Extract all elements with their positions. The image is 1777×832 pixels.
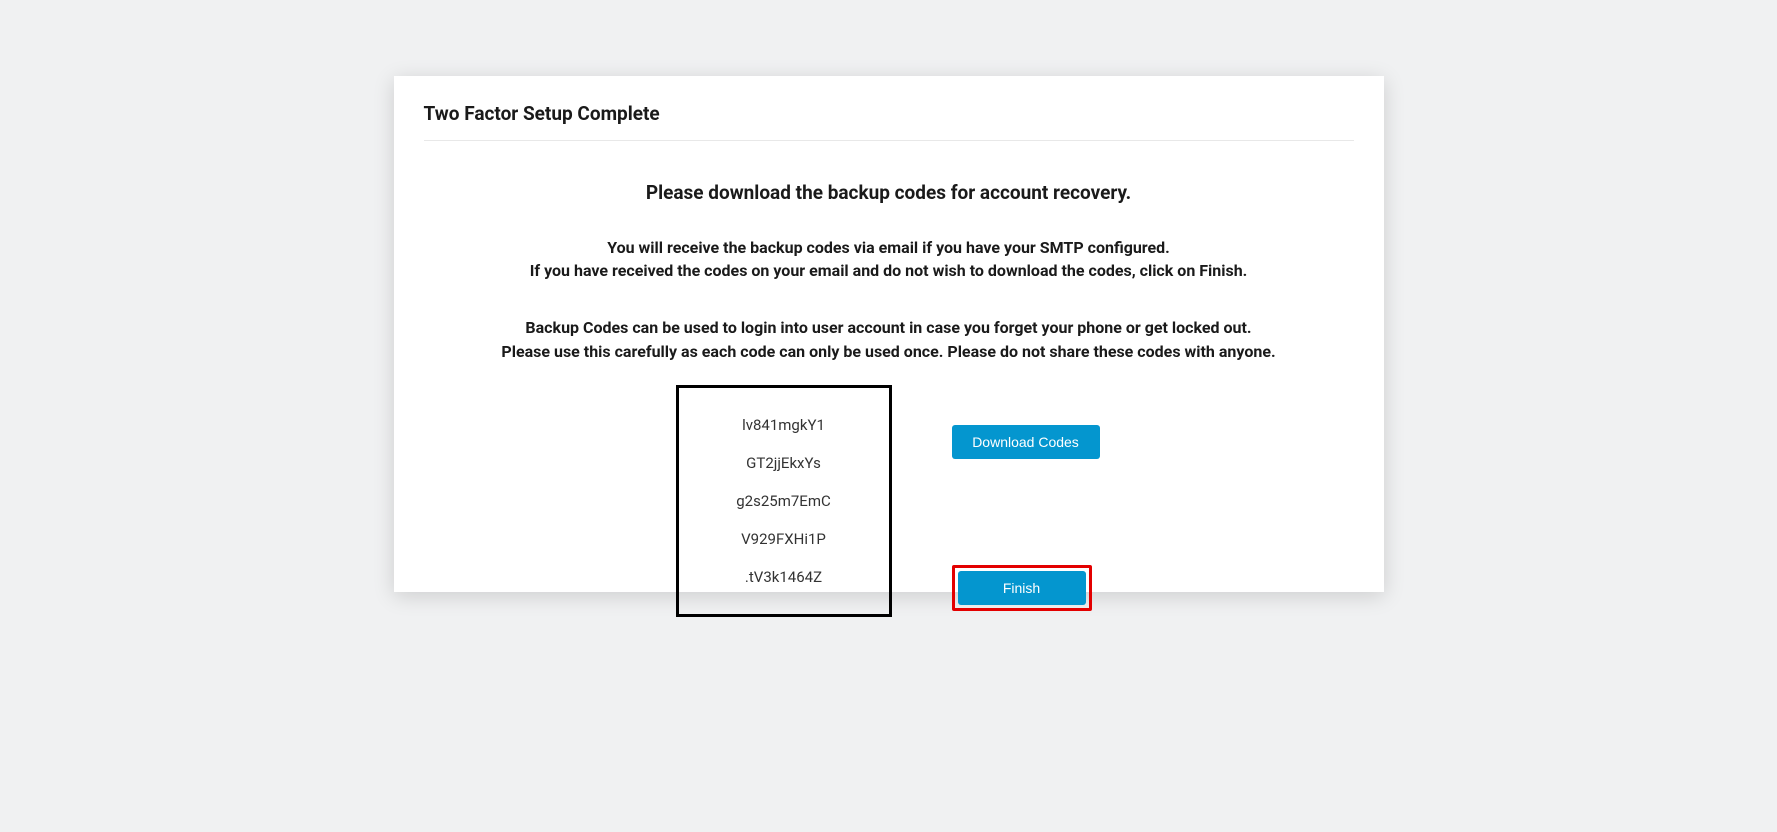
finish-highlight-box: Finish	[952, 565, 1092, 611]
main-instruction: Please download the backup codes for acc…	[394, 181, 1384, 204]
download-codes-button[interactable]: Download Codes	[952, 425, 1100, 459]
backup-code: .tV3k1464Z	[745, 558, 822, 596]
para1-line2: If you have received the codes on your e…	[394, 259, 1384, 282]
setup-complete-card: Two Factor Setup Complete Please downloa…	[394, 76, 1384, 592]
para2-line2: Please use this carefully as each code c…	[394, 340, 1384, 363]
backup-code: GT2jjEkxYs	[746, 444, 821, 482]
finish-button[interactable]: Finish	[958, 571, 1086, 605]
buttons-column: Download Codes Finish	[952, 385, 1102, 617]
codes-and-buttons-row: lv841mgkY1 GT2jjEkxYs g2s25m7EmC V929FXH…	[394, 385, 1384, 617]
backup-code: V929FXHi1P	[741, 520, 826, 558]
para2-line1: Backup Codes can be used to login into u…	[394, 316, 1384, 339]
backup-codes-box: lv841mgkY1 GT2jjEkxYs g2s25m7EmC V929FXH…	[676, 385, 892, 617]
paragraph-2: Backup Codes can be used to login into u…	[394, 316, 1384, 362]
content-area: Please download the backup codes for acc…	[394, 141, 1384, 617]
para1-line1: You will receive the backup codes via em…	[394, 236, 1384, 259]
paragraph-1: You will receive the backup codes via em…	[394, 236, 1384, 282]
backup-code: lv841mgkY1	[742, 406, 825, 444]
backup-code: g2s25m7EmC	[736, 482, 830, 520]
card-title: Two Factor Setup Complete	[394, 76, 1384, 140]
